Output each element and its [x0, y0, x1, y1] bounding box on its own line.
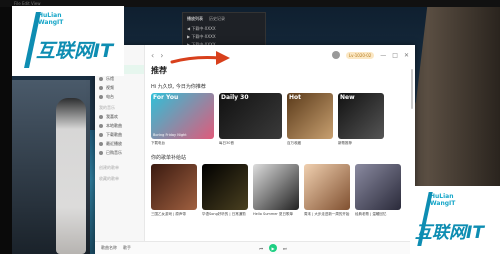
playlist-row: 三国乙女游戏 | 原声带 华语Song好听的 | 日常通勤 Hello Summ…	[151, 164, 407, 217]
card-caption: 百万收藏	[287, 141, 301, 145]
close-button[interactable]: ✕	[404, 52, 409, 59]
artist-name: 歌手	[123, 245, 131, 250]
cover-image	[202, 164, 248, 210]
sidebar-item-recent[interactable]: 最近播放	[95, 139, 144, 148]
featured-card-hot[interactable]: Hot 百万收藏	[287, 93, 333, 146]
cover-label: Daily 30	[221, 94, 249, 101]
mini-tab-history[interactable]: 历史记录	[209, 16, 225, 22]
cover-image: Hot	[287, 93, 333, 139]
play-button[interactable]: ▶	[269, 244, 277, 252]
music-app-window: 推荐 乐馆 视频 电台 我的音乐 我喜欢 本地歌曲 下载歌曲 最近播放	[95, 45, 415, 254]
sidebar-section-collected[interactable]: 收藏的歌单	[95, 172, 144, 183]
card-caption: 每日30首	[219, 141, 234, 145]
sidebar-item-label: 乐馆	[106, 75, 114, 81]
sidebar-item-label: 电台	[106, 93, 114, 99]
back-button[interactable]: ‹	[151, 51, 154, 60]
mini-tabs: 播放列表 历史记录	[183, 13, 265, 25]
featured-card-new[interactable]: New 新歌推荐	[338, 93, 384, 146]
sidebar-item-label: 下载歌曲	[106, 131, 122, 137]
sidebar-item-label: 已购音乐	[106, 149, 122, 155]
red-arrow-annotation	[170, 51, 230, 65]
cover-label: For You	[153, 94, 179, 101]
download-icon	[99, 132, 103, 137]
sidebar-item-label: 我喜欢	[106, 113, 118, 119]
watermark-logo-top-left: HuLian WangIT 互联网IT	[12, 6, 124, 76]
list-item[interactable]: ◀ 下载中·XXXX	[183, 25, 265, 33]
watermark-logo-bottom-right: HuLian WangIT 互联网IT	[410, 186, 500, 254]
maximize-button[interactable]: □	[392, 52, 398, 59]
sidebar-item-radio[interactable]: 电台	[95, 92, 144, 101]
next-button[interactable]: ⏭	[283, 246, 287, 251]
music-hall-icon	[99, 76, 103, 81]
sidebar-item-downloads[interactable]: 下载歌曲	[95, 130, 144, 139]
greeting-text: Hi 九久玖, 今日为你推荐	[151, 84, 206, 90]
sidebar-item-video[interactable]: 视频	[95, 83, 144, 92]
sidebar-item-label: 本地歌曲	[106, 122, 122, 128]
cover-image: New	[338, 93, 384, 139]
sidebar-section-created[interactable]: 创建的歌单	[95, 161, 144, 172]
playlist-card[interactable]: 华语Song好听的 | 日常通勤	[202, 164, 248, 217]
sidebar: 推荐 乐馆 视频 电台 我的音乐 我喜欢 本地歌曲 下载歌曲 最近播放	[95, 45, 145, 254]
minimize-button[interactable]: —	[380, 52, 386, 59]
sidebar-item-label: 视频	[106, 84, 114, 90]
cover-image: Daily 30	[219, 93, 282, 139]
card-caption: 经典老歌 | 温暖回忆	[355, 212, 387, 216]
cover-image	[304, 164, 350, 210]
sidebar-item-favorites[interactable]: 我喜欢	[95, 112, 144, 121]
list-item[interactable]: ▶ 下载中·XXXX	[183, 33, 265, 41]
heart-icon	[99, 114, 103, 119]
player-bar: 歌曲名称 歌手 ⏮ ▶ ⏭	[95, 241, 415, 254]
screen-bezel	[0, 0, 12, 254]
cover-label: Hot	[289, 94, 302, 101]
scrollbar[interactable]	[411, 69, 413, 109]
card-caption: 三国乙女游戏 | 原声带	[151, 212, 186, 216]
clock-icon	[99, 141, 103, 146]
watermark-small-text: HuLian WangIT	[38, 12, 64, 26]
playlist-card[interactable]: 经典老歌 | 温暖回忆	[355, 164, 401, 217]
mini-window[interactable]: 播放列表 历史记录 ◀ 下载中·XXXX ▶ 下载中·XXXX ▶ 下载中·XX…	[182, 12, 266, 47]
watermark-big-text: 互联网IT	[415, 223, 484, 243]
bag-icon	[99, 150, 103, 155]
watermark-big-text: 互联网IT	[36, 40, 114, 62]
cover-image	[355, 164, 401, 210]
sidebar-section-my-music: 我的音乐	[99, 105, 115, 110]
watermark-small-text: HuLian WangIT	[430, 193, 456, 207]
featured-card-for-you[interactable]: For You Boring Friday Night 下载电台	[151, 93, 214, 146]
card-caption: 新歌推荐	[338, 141, 352, 145]
computer-icon	[99, 123, 103, 128]
card-caption: Hello Summer 夏日歌单	[253, 212, 293, 216]
card-caption: 华语Song好听的 | 日常通勤	[202, 212, 246, 216]
playlist-card[interactable]: 三国乙女游戏 | 原声带	[151, 164, 197, 217]
cover-subtitle: Boring Friday Night	[153, 133, 187, 137]
radio-icon	[99, 94, 103, 99]
sidebar-item-purchased[interactable]: 已购音乐	[95, 148, 144, 157]
cover-image	[151, 164, 197, 210]
cover-label: New	[340, 94, 355, 101]
playlist-card[interactable]: 周末 | 大步走进新一周的开始	[304, 164, 350, 217]
card-caption: 周末 | 大步走进新一周的开始	[304, 212, 350, 216]
video-icon	[99, 85, 103, 90]
sidebar-item-label: 最近播放	[106, 140, 122, 146]
featured-row: For You Boring Friday Night 下载电台 Daily 3…	[151, 93, 407, 146]
featured-card-daily[interactable]: Daily 30 每日30首	[219, 93, 282, 146]
card-caption: 下载电台	[151, 141, 165, 145]
avatar[interactable]	[331, 51, 340, 59]
person-figure	[56, 98, 86, 254]
cover-image: For You Boring Friday Night	[151, 93, 214, 139]
song-title: 歌曲名称	[101, 245, 117, 250]
playlist-card[interactable]: Hello Summer 夏日歌单	[253, 164, 299, 217]
mini-tab-playlist[interactable]: 播放列表	[187, 16, 203, 22]
prev-button[interactable]: ⏮	[259, 246, 263, 251]
cover-image	[253, 164, 299, 210]
section-title: 你的歌单补给站	[151, 155, 187, 161]
forward-button[interactable]: ›	[160, 51, 163, 60]
sidebar-item-local[interactable]: 本地歌曲	[95, 121, 144, 130]
vip-badge[interactable]: Lv·1020·02	[345, 51, 375, 59]
main-content: 推荐 Hi 九久玖, 今日为你推荐 For You Boring Friday …	[151, 65, 407, 240]
